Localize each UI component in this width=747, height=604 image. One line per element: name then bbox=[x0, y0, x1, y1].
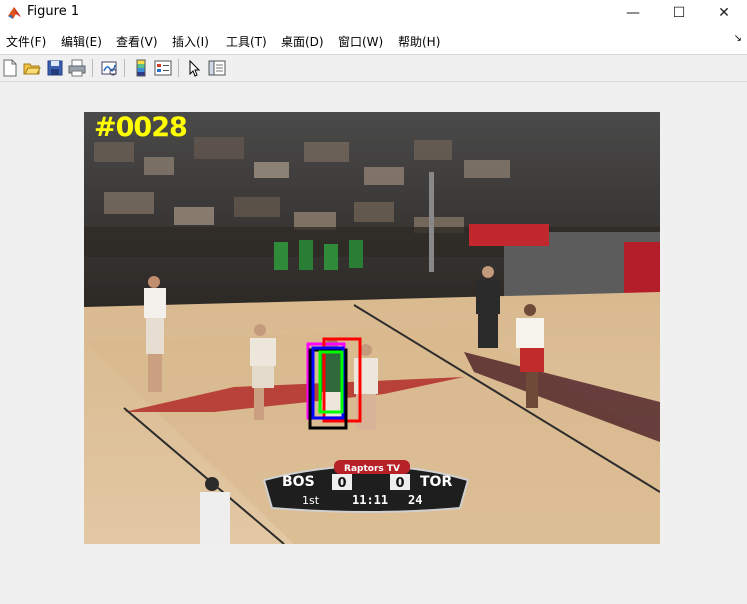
menu-help[interactable]: 帮助(H) bbox=[398, 33, 440, 50]
menu-file[interactable]: 文件(F) bbox=[6, 33, 46, 50]
away-team: TOR bbox=[420, 474, 452, 490]
toolbar-separator bbox=[92, 59, 93, 77]
edit-plot-arrow-icon[interactable] bbox=[186, 59, 204, 77]
dock-figure-icon[interactable]: ↘ bbox=[734, 33, 742, 44]
menu-insert[interactable]: 插入(I) bbox=[172, 33, 209, 50]
figure-toolbar bbox=[0, 55, 747, 82]
game-clock: 11:11 bbox=[352, 493, 388, 507]
maximize-icon: ☐ bbox=[672, 5, 686, 21]
home-score: 0 bbox=[337, 476, 346, 491]
minimize-icon: — bbox=[626, 5, 640, 21]
close-button[interactable]: ✕ bbox=[701, 0, 747, 26]
print-icon[interactable] bbox=[68, 59, 86, 77]
sponsor-banner bbox=[469, 224, 549, 246]
away-score: 0 bbox=[395, 476, 404, 491]
menu-edit[interactable]: 编辑(E) bbox=[61, 33, 102, 50]
menu-desktop[interactable]: 桌面(D) bbox=[281, 33, 324, 50]
image-axes[interactable]: Raptors TV BOS TOR 0 0 1st 11:11 24 #002… bbox=[84, 112, 660, 544]
hoop-stanchion bbox=[429, 172, 434, 272]
colorbar-icon[interactable] bbox=[132, 59, 150, 77]
maximize-button[interactable]: ☐ bbox=[656, 0, 702, 26]
new-figure-icon[interactable] bbox=[1, 59, 19, 77]
period: 1st bbox=[302, 494, 320, 507]
broadcaster-text: Raptors TV bbox=[344, 464, 400, 474]
toolbar-separator bbox=[178, 59, 179, 77]
video-frame: Raptors TV BOS TOR 0 0 1st 11:11 24 bbox=[84, 112, 660, 544]
menu-window[interactable]: 窗口(W) bbox=[338, 33, 383, 50]
property-inspector-icon[interactable] bbox=[208, 59, 226, 77]
menu-view[interactable]: 查看(V) bbox=[116, 33, 158, 50]
save-icon[interactable] bbox=[46, 59, 64, 77]
link-plot-icon[interactable] bbox=[100, 59, 118, 77]
menu-bar: 文件(F) 编辑(E) 查看(V) 插入(I) 工具(T) 桌面(D) 窗口(W… bbox=[0, 26, 747, 55]
open-file-icon[interactable] bbox=[23, 59, 41, 77]
toolbar-separator bbox=[124, 59, 125, 77]
menu-tools[interactable]: 工具(T) bbox=[226, 33, 267, 50]
legend-icon[interactable] bbox=[154, 59, 172, 77]
matlab-app-icon bbox=[8, 7, 21, 19]
window-title: Figure 1 bbox=[27, 4, 80, 19]
close-icon: ✕ bbox=[718, 5, 730, 21]
shot-clock: 24 bbox=[408, 493, 422, 507]
minimize-button[interactable]: — bbox=[610, 0, 656, 26]
title-bar: Figure 1 — ☐ ✕ bbox=[0, 0, 747, 26]
home-team: BOS bbox=[282, 474, 315, 490]
frame-number-label: #0028 bbox=[94, 112, 188, 143]
